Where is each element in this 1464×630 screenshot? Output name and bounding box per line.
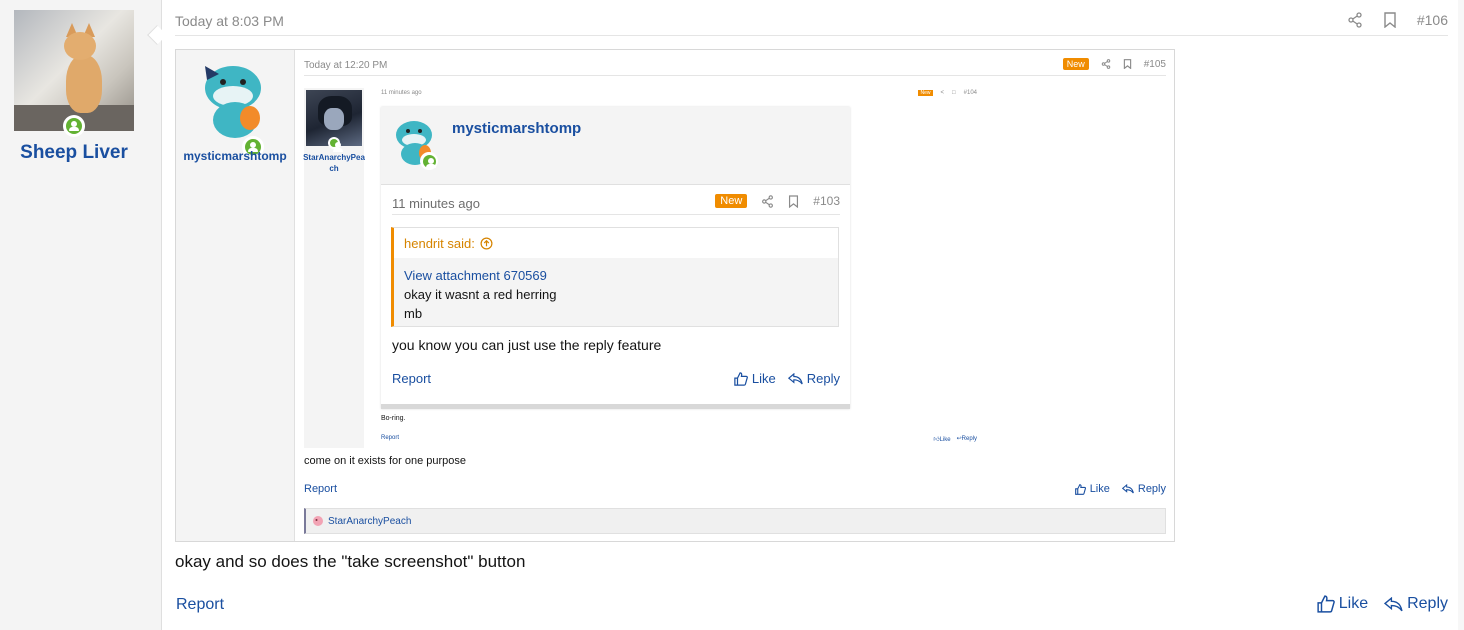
screenshot-attachment[interactable]: mysticmarshtomp Today at 12:20 PM New #1…: [175, 49, 1175, 542]
embedded-user-header: mysticmarshtomp: [381, 107, 850, 185]
online-status-icon: [63, 115, 85, 137]
post-header: 11 minutes ago New #103: [392, 193, 840, 215]
post-number[interactable]: #105: [1144, 59, 1166, 70]
avatar-cat-body: [66, 55, 102, 113]
post-timestamp[interactable]: Today at 8:03 PM: [175, 13, 284, 29]
post-timestamp[interactable]: 11 minutes ago: [392, 196, 480, 211]
message-user-sidebar: Sheep Liver: [0, 0, 162, 630]
reply-button[interactable]: Reply: [787, 371, 840, 386]
post-timestamp[interactable]: 11 minutes ago: [381, 90, 422, 96]
username[interactable]: Sheep Liver: [0, 142, 148, 164]
new-badge: New: [918, 90, 933, 96]
quote-text: okay it wasnt a red herring: [404, 287, 557, 302]
post-number[interactable]: #104: [964, 90, 977, 96]
reply-icon: [787, 372, 803, 384]
attachment-link[interactable]: View attachment 670569: [404, 266, 556, 285]
online-status-icon: [420, 152, 438, 170]
online-status-icon: [328, 137, 343, 152]
reply-button[interactable]: Reply: [1121, 483, 1166, 495]
like-button[interactable]: 👍︎Like: [933, 435, 950, 443]
avatar: [195, 58, 277, 140]
like-button[interactable]: Like: [1074, 483, 1110, 495]
embedded-post: mysticmarshtomp 11 minutes ago New #103 …: [381, 107, 850, 409]
reply-label: Reply: [806, 371, 840, 386]
thumbs-up-icon: [734, 371, 748, 386]
username[interactable]: mysticmarshtomp: [452, 120, 581, 137]
like-button[interactable]: Like: [734, 371, 776, 386]
post-header: 11 minutes ago New < □ #104: [381, 90, 977, 102]
post-header: Today at 8:03 PM #106: [175, 12, 1448, 36]
share-icon[interactable]: <: [941, 90, 945, 96]
divider: [381, 404, 850, 409]
share-icon[interactable]: [1101, 59, 1111, 69]
thumbs-up-icon: [1317, 595, 1335, 613]
post-actions: Report Like Reply: [304, 483, 1166, 495]
report-link[interactable]: Report: [304, 483, 337, 495]
embedded-user-sidebar: mysticmarshtomp: [176, 50, 295, 541]
bookmark-icon[interactable]: □: [952, 90, 956, 96]
username[interactable]: mysticmarshtomp: [180, 148, 290, 165]
post-number[interactable]: #103: [813, 194, 840, 208]
thumbs-up-icon: [1074, 483, 1086, 495]
like-label: Like: [1338, 595, 1369, 612]
bookmark-icon[interactable]: [1383, 12, 1397, 28]
report-link[interactable]: Report: [176, 596, 224, 614]
bookmark-icon[interactable]: [1123, 59, 1132, 69]
quote-block: hendrit said: View attachment 670569 oka…: [391, 227, 839, 327]
post-number[interactable]: #106: [1417, 12, 1448, 28]
bookmark-icon[interactable]: [788, 194, 799, 208]
post-header: Today at 12:20 PM New #105: [304, 58, 1166, 76]
post-body: come on it exists for one purpose: [304, 455, 467, 467]
report-link[interactable]: Report: [392, 371, 431, 386]
reply-button[interactable]: Reply: [1384, 595, 1448, 613]
new-badge: New: [715, 194, 748, 208]
post-body: you know you can just use the reply feat…: [392, 337, 662, 353]
post-body: Bo-ring.: [381, 415, 406, 422]
post-actions: Report 👍︎Like ↩Reply: [381, 435, 977, 443]
avatar-cat-head: [64, 32, 96, 60]
post-timestamp[interactable]: Today at 12:20 PM: [304, 60, 387, 71]
arrow-up-circle-icon[interactable]: [480, 237, 493, 250]
reaction-icon: [313, 516, 323, 526]
reactions-bar[interactable]: StarAnarchyPeach: [304, 508, 1166, 534]
like-label: Like: [751, 371, 776, 386]
reply-label: Reply: [1137, 483, 1166, 495]
new-badge: New: [1062, 58, 1089, 70]
post-body: okay and so does the "take screenshot" b…: [175, 552, 526, 571]
reply-button[interactable]: ↩Reply: [957, 435, 977, 443]
reply-icon: [1384, 596, 1403, 611]
embedded-user-sidebar: StarAnarchyPeach: [302, 88, 366, 448]
quote-text: mb: [404, 306, 423, 321]
share-icon[interactable]: [1347, 12, 1363, 28]
like-button[interactable]: Like: [1317, 595, 1368, 613]
username[interactable]: StarAnarchyPeach: [302, 152, 366, 174]
reaction-user[interactable]: StarAnarchyPeach: [328, 516, 411, 527]
reply-label: Reply: [1407, 595, 1448, 612]
share-icon[interactable]: [761, 194, 774, 208]
reply-icon: [1121, 484, 1134, 494]
quote-author[interactable]: hendrit said:: [404, 236, 475, 251]
avatar[interactable]: [14, 10, 134, 131]
scrollbar[interactable]: [1458, 0, 1464, 630]
report-link[interactable]: Report: [381, 435, 399, 441]
like-label: Like: [1089, 483, 1110, 495]
